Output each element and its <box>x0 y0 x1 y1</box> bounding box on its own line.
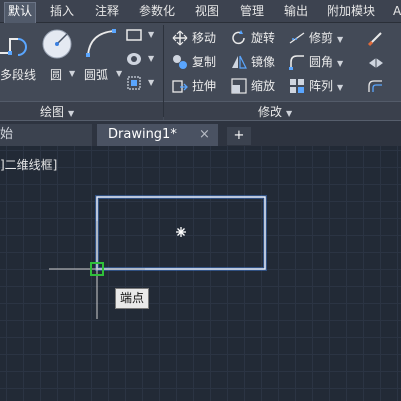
array-dropdown-icon[interactable]: ▼ <box>337 83 343 92</box>
tab-parametric[interactable]: 参数化 <box>139 3 175 21</box>
tab-insert[interactable]: 插入 <box>50 3 74 21</box>
stretch-label: 拉伸 <box>192 79 217 93</box>
osnap-tooltip: 端点 <box>115 288 150 309</box>
explode-icon <box>369 58 383 68</box>
offset-tool[interactable] <box>367 77 385 98</box>
fillet-label: 圆角 <box>309 55 334 69</box>
hatch-icon <box>127 53 141 65</box>
fillet-tool[interactable]: 圆角 ▼ <box>289 52 343 72</box>
rotate-tool[interactable]: 旋转 <box>231 28 275 48</box>
ribbon: 多段线 圆 ▼ 圆弧 ▼ ▼ ▼ ▼ 移动 旋转 修剪 ▼ 复制 镜像 圆角 ▼… <box>0 23 401 121</box>
erase-icon <box>367 32 382 47</box>
arc-label: 圆弧 <box>84 68 109 82</box>
copy-icon <box>172 54 188 70</box>
boundary-icon <box>127 76 141 90</box>
circle-dropdown-icon[interactable]: ▼ <box>69 69 75 78</box>
drawing-svg <box>49 195 267 319</box>
trim-icon <box>289 30 305 46</box>
erase-tool[interactable] <box>367 29 385 50</box>
center-grip-icon[interactable] <box>176 227 186 237</box>
polyline-label: 多段线 <box>0 68 37 82</box>
tab-output[interactable]: 输出 <box>284 3 308 21</box>
new-tab-button[interactable]: + <box>227 127 251 145</box>
hatch-dropdown-icon[interactable]: ▼ <box>148 54 154 63</box>
arc-icon <box>86 29 116 57</box>
tab-default[interactable]: 默认 <box>4 2 37 23</box>
hatch-tool[interactable]: ▼ <box>126 51 158 71</box>
draw-panel-footer <box>0 101 163 121</box>
ribbon-tab-bar: 默认 插入 注释 参数化 视图 管理 输出 附加模块 A <box>0 0 401 23</box>
modify-panel-expand-icon[interactable]: ▼ <box>286 109 292 118</box>
arc-tool[interactable]: 圆弧 ▼ <box>80 25 124 85</box>
draw-panel-title-text: 绘图 <box>40 105 65 119</box>
trim-tool[interactable]: 修剪 ▼ <box>289 28 343 48</box>
start-tab[interactable]: 始 <box>0 124 92 147</box>
tab-a360[interactable]: A <box>393 3 401 21</box>
rectangle-icon <box>126 29 142 41</box>
file-tab-bar: 始 Drawing1* × + <box>0 120 401 147</box>
modify-panel-title[interactable]: 修改 ▼ <box>258 103 292 120</box>
polyline-tool[interactable]: 多段线 <box>0 25 38 85</box>
stretch-tool[interactable]: 拉伸 <box>172 76 216 96</box>
drawing-tab-label: Drawing1* <box>108 127 177 142</box>
drawing-area[interactable]: ]二维线框] 端点 <box>0 146 401 401</box>
circle-tool[interactable]: 圆 ▼ <box>40 25 75 85</box>
array-icon <box>289 78 305 94</box>
rectangle-tool[interactable]: ▼ <box>126 27 158 47</box>
boundary-tool[interactable]: ▼ <box>126 75 158 95</box>
move-label: 移动 <box>192 31 217 45</box>
tab-addins[interactable]: 附加模块 <box>327 3 375 21</box>
fillet-icon <box>289 54 305 70</box>
trim-dropdown-icon[interactable]: ▼ <box>337 35 343 44</box>
copy-tool[interactable]: 复制 <box>172 52 216 72</box>
rectangle-dropdown-icon[interactable]: ▼ <box>148 30 154 39</box>
start-tab-label: 始 <box>0 127 14 142</box>
draw-panel-title[interactable]: 绘图 ▼ <box>40 103 74 120</box>
mirror-icon <box>231 54 247 70</box>
trim-label: 修剪 <box>309 31 334 45</box>
modify-panel-title-text: 修改 <box>258 105 283 119</box>
stretch-icon <box>172 78 188 94</box>
arc-dropdown-icon[interactable]: ▼ <box>116 69 122 78</box>
plus-icon: + <box>233 128 245 143</box>
draw-panel-expand-icon[interactable]: ▼ <box>68 109 74 118</box>
scale-label: 缩放 <box>251 79 276 93</box>
explode-tool[interactable] <box>367 53 385 74</box>
polyline-icon <box>0 38 27 56</box>
drawing-tab[interactable]: Drawing1* × <box>97 124 218 147</box>
copy-label: 复制 <box>192 55 217 69</box>
move-icon <box>172 30 188 46</box>
circle-icon <box>42 29 72 59</box>
scale-tool[interactable]: 缩放 <box>231 76 275 96</box>
array-tool[interactable]: 阵列 ▼ <box>289 76 343 96</box>
move-tool[interactable]: 移动 <box>172 28 216 48</box>
rotate-label: 旋转 <box>251 31 276 45</box>
array-label: 阵列 <box>309 79 334 93</box>
boundary-dropdown-icon[interactable]: ▼ <box>148 78 154 87</box>
scale-icon <box>231 77 247 94</box>
mirror-tool[interactable]: 镜像 <box>231 52 275 72</box>
close-tab-icon[interactable]: × <box>199 124 210 146</box>
tab-view[interactable]: 视图 <box>195 3 219 21</box>
circle-label: 圆 <box>50 68 63 82</box>
tab-manage[interactable]: 管理 <box>240 3 264 21</box>
fillet-dropdown-icon[interactable]: ▼ <box>337 59 343 68</box>
rotate-icon <box>231 29 247 46</box>
tab-annotate[interactable]: 注释 <box>95 3 119 21</box>
mirror-label: 镜像 <box>251 55 276 69</box>
offset-icon <box>368 80 382 92</box>
